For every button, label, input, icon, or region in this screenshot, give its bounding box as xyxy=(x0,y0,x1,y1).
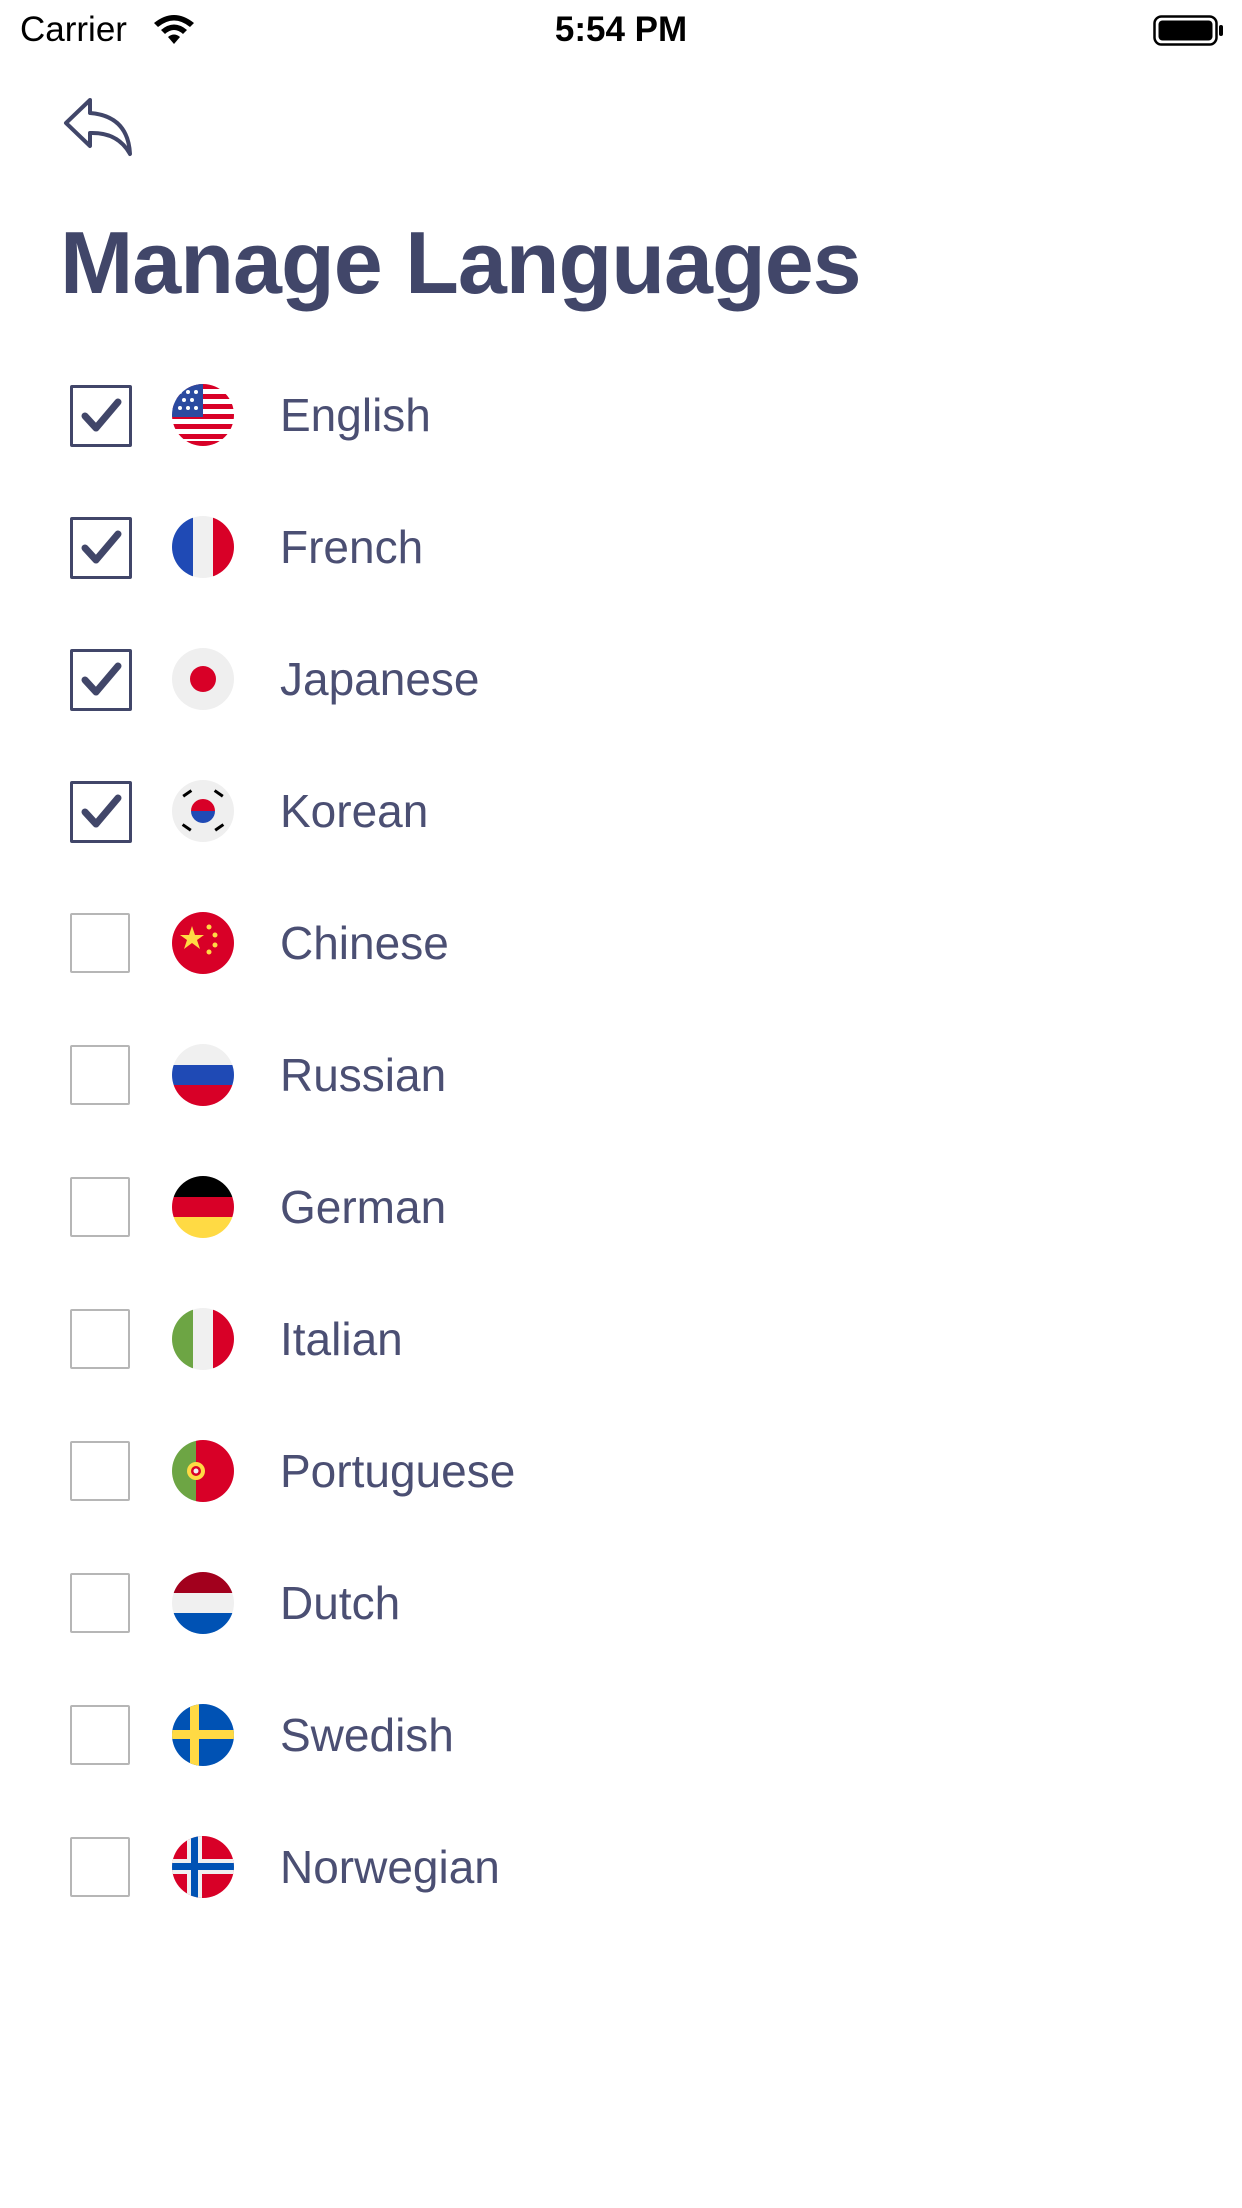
language-list: English French Japanese Korean Chinese R… xyxy=(0,376,1242,1960)
language-label: Portuguese xyxy=(280,1445,516,1497)
checkbox[interactable] xyxy=(70,1309,130,1369)
language-label: Russian xyxy=(280,1049,447,1101)
language-label: Italian xyxy=(280,1313,403,1365)
language-row-portuguese[interactable]: Portuguese xyxy=(0,1432,1242,1564)
language-label: German xyxy=(280,1181,447,1233)
page-title: Manage Languages xyxy=(60,213,862,312)
germany-flag-icon xyxy=(172,1176,234,1238)
checkmark-icon xyxy=(81,662,122,696)
netherlands-flag-icon xyxy=(172,1572,234,1634)
language-label: English xyxy=(280,389,431,441)
checkbox[interactable] xyxy=(70,1177,130,1237)
checkmark-icon xyxy=(81,398,122,432)
language-row-chinese[interactable]: Chinese xyxy=(0,904,1242,1036)
language-label: Chinese xyxy=(280,917,449,969)
checkbox[interactable] xyxy=(70,517,132,579)
checkbox[interactable] xyxy=(70,913,130,973)
norway-flag-icon xyxy=(172,1836,234,1898)
language-label: Korean xyxy=(280,785,429,837)
korea-flag-icon xyxy=(172,780,234,842)
japan-flag-icon xyxy=(172,648,234,710)
italy-flag-icon xyxy=(172,1308,234,1370)
checkbox[interactable] xyxy=(70,649,132,711)
language-row-german[interactable]: German xyxy=(0,1168,1242,1300)
france-flag-icon xyxy=(172,516,234,578)
language-row-dutch[interactable]: Dutch xyxy=(0,1564,1242,1696)
sweden-flag-icon xyxy=(172,1704,234,1766)
status-bar: Carrier 5:54 PM xyxy=(0,0,1242,62)
language-row-english[interactable]: English xyxy=(0,376,1242,508)
language-label: Japanese xyxy=(280,653,480,705)
language-row-japanese[interactable]: Japanese xyxy=(0,640,1242,772)
checkbox[interactable] xyxy=(70,1573,130,1633)
checkbox[interactable] xyxy=(70,1045,130,1105)
language-label: Swedish xyxy=(280,1709,454,1761)
us-flag-icon xyxy=(172,384,234,446)
language-row-korean[interactable]: Korean xyxy=(0,772,1242,904)
checkbox[interactable] xyxy=(70,1837,130,1897)
checkmark-icon xyxy=(81,794,122,828)
checkbox[interactable] xyxy=(70,1441,130,1501)
checkmark-icon xyxy=(81,530,122,564)
language-row-norwegian[interactable]: Norwegian xyxy=(0,1828,1242,1960)
checkbox[interactable] xyxy=(70,385,132,447)
language-label: Dutch xyxy=(280,1577,401,1629)
battery-icon xyxy=(1153,15,1223,46)
back-button[interactable] xyxy=(60,94,138,160)
language-row-italian[interactable]: Italian xyxy=(0,1300,1242,1432)
russia-flag-icon xyxy=(172,1044,234,1106)
portugal-flag-icon xyxy=(172,1440,234,1502)
clock: 5:54 PM xyxy=(554,10,688,49)
language-row-french[interactable]: French xyxy=(0,508,1242,640)
china-flag-icon xyxy=(172,912,234,974)
language-row-swedish[interactable]: Swedish xyxy=(0,1696,1242,1828)
checkbox[interactable] xyxy=(70,1705,130,1765)
back-arrow-icon xyxy=(64,98,132,156)
language-row-russian[interactable]: Russian xyxy=(0,1036,1242,1168)
language-label: Norwegian xyxy=(280,1841,500,1893)
checkbox[interactable] xyxy=(70,781,132,843)
language-label: French xyxy=(280,521,424,573)
